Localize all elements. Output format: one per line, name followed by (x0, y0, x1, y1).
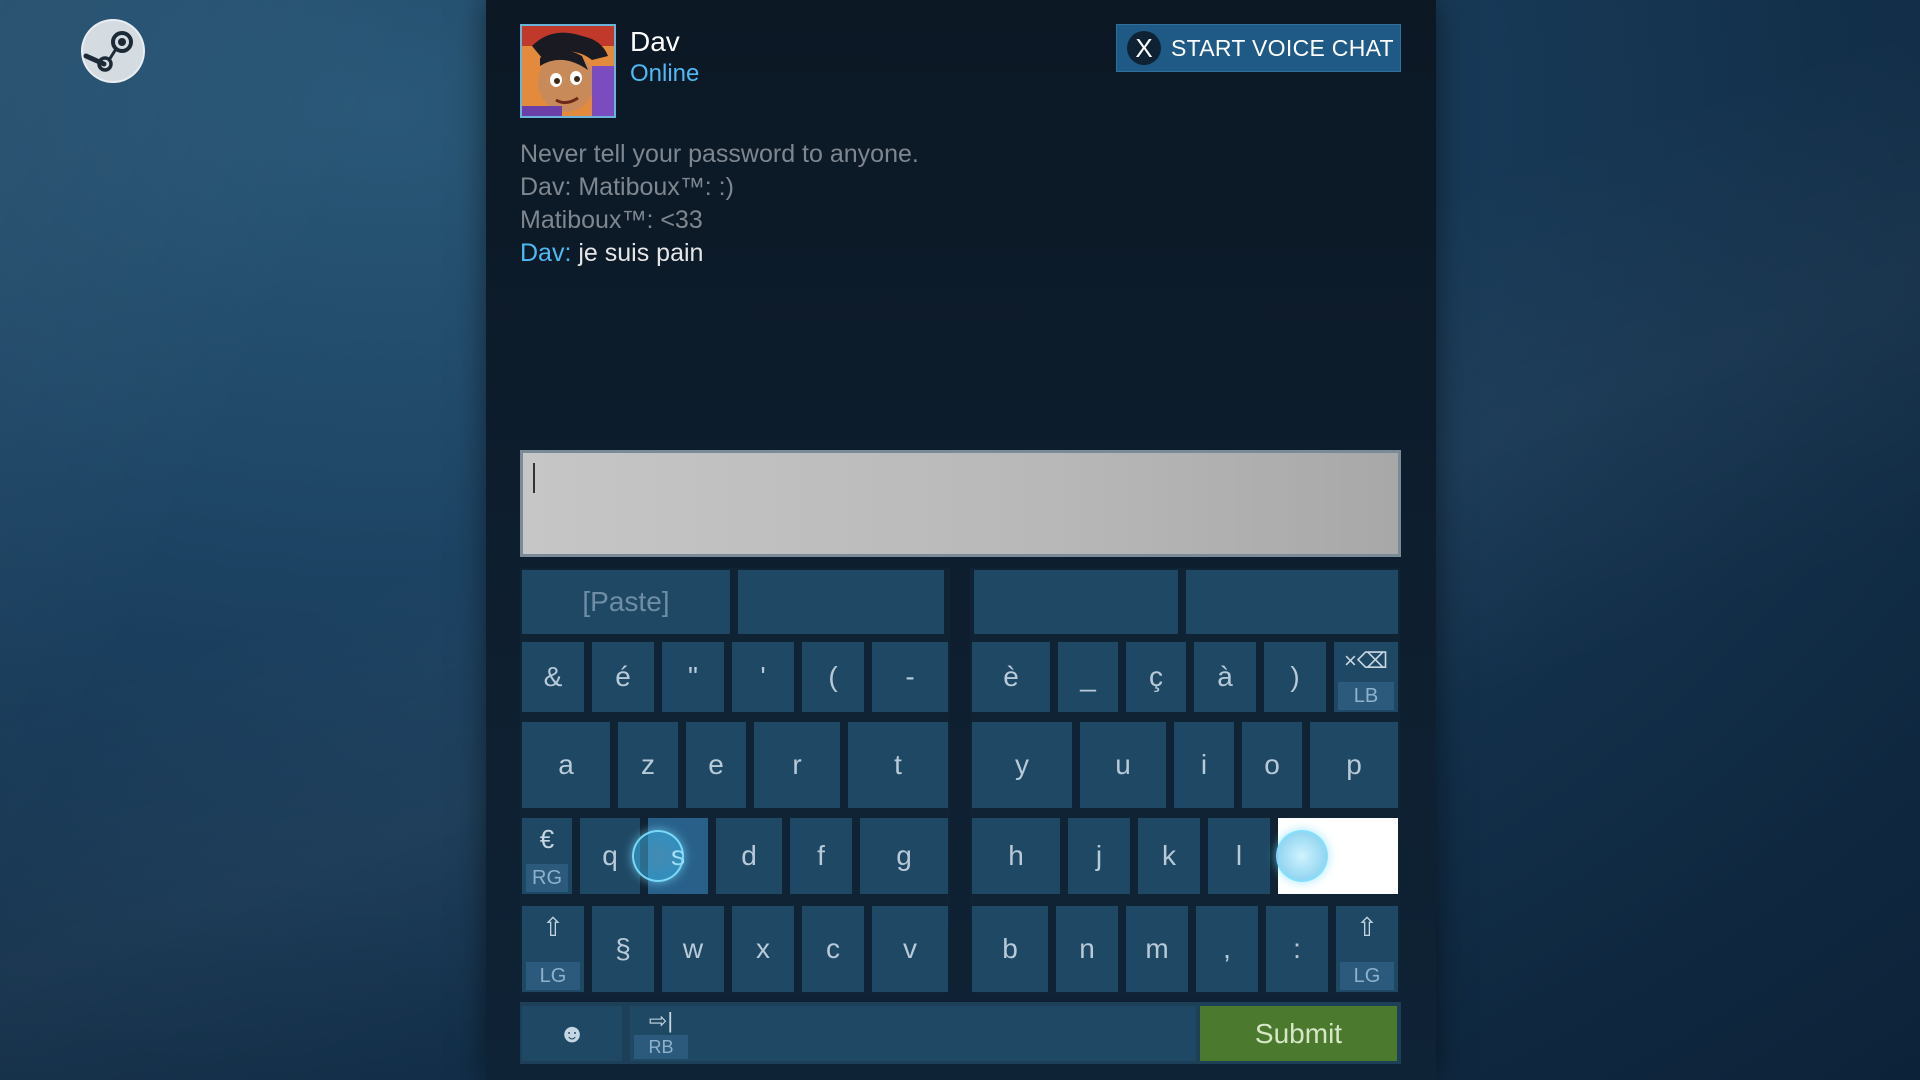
backspace-key[interactable]: ×⌫ LB (1334, 642, 1398, 712)
key-o[interactable]: o (1242, 722, 1302, 808)
euro-glyph: € (539, 824, 555, 854)
suggestion-key[interactable] (1186, 570, 1398, 634)
right-trackpad-cursor (1276, 830, 1328, 882)
voice-chat-label: START VOICE CHAT (1171, 34, 1394, 61)
key-u[interactable]: u (1080, 722, 1166, 808)
text-caret (533, 463, 535, 493)
lb-tag: LB (1338, 682, 1394, 710)
keyboard-right-half: è _ ç à ) ×⌫ LB y u i o p h j k l b n m … (970, 568, 1400, 996)
key-section[interactable]: § (592, 906, 654, 992)
lg-tag: LG (526, 962, 580, 990)
key-b[interactable]: b (972, 906, 1048, 992)
tab-rb-key[interactable]: ⇨| RB (630, 1006, 692, 1061)
chat-message: Dav: Matiboux™: :) (520, 173, 734, 201)
key-d[interactable]: d (716, 818, 782, 894)
key-colon[interactable]: : (1266, 906, 1328, 992)
shift-icon: ⇧ (1356, 912, 1378, 942)
key-e[interactable]: e (686, 722, 746, 808)
chat-panel: Dav Online X START VOICE CHAT Never tell… (486, 0, 1436, 1080)
chat-input-field[interactable] (520, 450, 1401, 557)
tab-icon: ⇨| (648, 1008, 674, 1033)
key-a-grave[interactable]: à (1194, 642, 1256, 712)
key-hyphen[interactable]: - (872, 642, 948, 712)
key-z[interactable]: z (618, 722, 678, 808)
friend-status: Online (630, 60, 700, 87)
key-q[interactable]: q (580, 818, 640, 894)
key-g[interactable]: g (860, 818, 948, 894)
key-shift-lg-right[interactable]: ⇧ LG (1336, 906, 1398, 992)
backspace-icon: ×⌫ (1344, 648, 1388, 673)
rg-tag: RG (526, 864, 568, 892)
avatar-image (522, 26, 614, 116)
steam-big-picture-screen: { "header": { "friend_name": "Dav", "fri… (0, 0, 1920, 1080)
key-t[interactable]: t (848, 722, 948, 808)
key-l[interactable]: l (1208, 818, 1270, 894)
key-n[interactable]: n (1056, 906, 1118, 992)
start-voice-chat-button[interactable]: X START VOICE CHAT (1116, 24, 1401, 72)
key-close-paren[interactable]: ) (1264, 642, 1326, 712)
chat-message: Matiboux™: <33 (520, 206, 703, 234)
key-a[interactable]: a (522, 722, 610, 808)
key-shift-lg[interactable]: ⇧ LG (522, 906, 584, 992)
key-euro-rg[interactable]: € RG (522, 818, 572, 894)
space-bar[interactable] (692, 1006, 1196, 1061)
key-e-acute[interactable]: é (592, 642, 654, 712)
friend-avatar[interactable] (520, 24, 616, 118)
smiley-icon: ☻ (558, 1018, 586, 1048)
key-open-paren[interactable]: ( (802, 642, 864, 712)
key-h[interactable]: h (972, 818, 1060, 894)
emoji-key[interactable]: ☻ (522, 1006, 622, 1061)
key-apostrophe[interactable]: ' (732, 642, 794, 712)
on-screen-keyboard: [Paste] & é " ' ( - a z e r t € RG q s d… (520, 568, 1401, 1064)
key-r[interactable]: r (754, 722, 840, 808)
key-k[interactable]: k (1138, 818, 1200, 894)
suggestion-key[interactable] (974, 570, 1178, 634)
key-f[interactable]: f (790, 818, 852, 894)
key-underscore[interactable]: _ (1058, 642, 1118, 712)
message-sender: Dav: (520, 239, 572, 267)
x-button-icon: X (1127, 31, 1161, 65)
keyboard-left-half: [Paste] & é " ' ( - a z e r t € RG q s d… (520, 568, 950, 996)
key-i[interactable]: i (1174, 722, 1234, 808)
chat-log: Never tell your password to anyone. Dav:… (520, 138, 1400, 270)
key-j[interactable]: j (1068, 818, 1130, 894)
key-x[interactable]: x (732, 906, 794, 992)
friend-name: Dav (630, 26, 680, 57)
key-p[interactable]: p (1310, 722, 1398, 808)
message-text: je suis pain (571, 239, 704, 267)
key-c[interactable]: c (802, 906, 864, 992)
paste-key[interactable]: [Paste] (522, 570, 730, 634)
suggestion-key[interactable] (738, 570, 944, 634)
key-c-cedilla[interactable]: ç (1126, 642, 1186, 712)
key-double-quote[interactable]: " (662, 642, 724, 712)
key-comma[interactable]: , (1196, 906, 1258, 992)
chat-message: Dav: je suis pain (520, 237, 1400, 270)
shift-icon: ⇧ (542, 912, 564, 942)
key-e-grave[interactable]: è (972, 642, 1050, 712)
submit-button[interactable]: Submit (1200, 1006, 1397, 1061)
key-ampersand[interactable]: & (522, 642, 584, 712)
lg-tag: LG (1340, 962, 1394, 990)
key-m[interactable]: m (1126, 906, 1188, 992)
steam-logo-icon[interactable] (80, 18, 146, 84)
keyboard-bottom-row: ☻ ⇨| RB Submit (520, 1002, 1401, 1064)
chat-message: Never tell your password to anyone. (520, 140, 919, 168)
key-v[interactable]: v (872, 906, 948, 992)
key-y[interactable]: y (972, 722, 1072, 808)
key-w[interactable]: w (662, 906, 724, 992)
rb-tag: RB (634, 1035, 688, 1059)
left-trackpad-cursor (632, 830, 684, 882)
